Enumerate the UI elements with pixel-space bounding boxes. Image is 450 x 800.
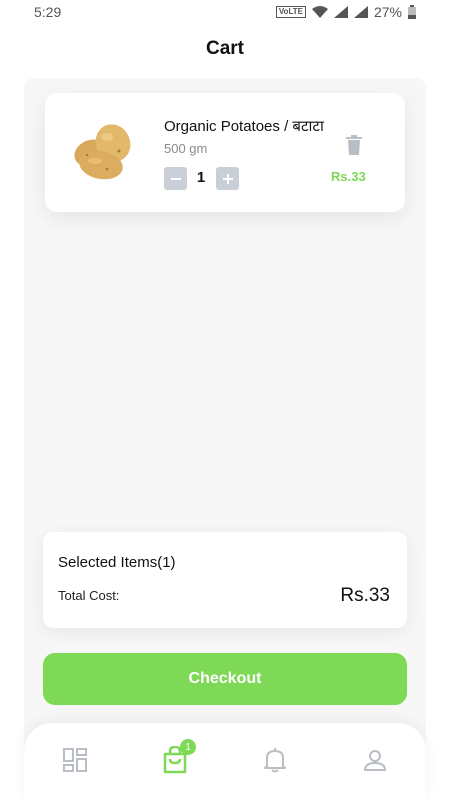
page-title: Cart	[205, 38, 244, 59]
nav-item-notifications[interactable]	[260, 745, 290, 775]
checkout-button[interactable]: Checkout	[43, 653, 407, 705]
signal-icon-2	[353, 6, 368, 18]
quantity-value: 1	[196, 169, 206, 186]
total-cost-label: Total Cost:	[58, 588, 120, 603]
decrease-quantity-button[interactable]	[164, 167, 187, 190]
dashboard-icon	[63, 748, 87, 772]
signal-icon	[333, 6, 348, 18]
bottom-nav: 1	[24, 723, 426, 800]
increase-quantity-button[interactable]	[216, 167, 239, 190]
plus-icon	[222, 173, 233, 184]
item-price: Rs.33	[331, 169, 366, 184]
bell-icon	[264, 748, 286, 773]
status-time: 5:29	[34, 4, 62, 20]
user-icon	[364, 750, 386, 771]
volte-badge: VoLTE	[275, 6, 306, 18]
status-icons: VoLTE 27%	[275, 4, 416, 20]
total-cost-value: Rs.33	[340, 585, 390, 606]
selected-items-title: Selected Items(1)	[58, 554, 176, 571]
trash-icon[interactable]	[345, 135, 363, 155]
battery-icon	[408, 5, 416, 19]
nav-item-dashboard[interactable]	[60, 745, 90, 775]
nav-item-profile[interactable]	[360, 745, 390, 775]
product-weight: 500 gm	[164, 141, 208, 156]
battery-percent: 27%	[373, 4, 402, 20]
product-name: Organic Potatoes / बटाटा	[164, 118, 324, 135]
minus-icon	[170, 177, 181, 180]
cart-item: Organic Potatoes / बटाटा 500 gm 1 Rs.33	[45, 93, 405, 212]
status-bar: 5:29 VoLTE 27%	[0, 0, 450, 24]
cart-count-badge: 1	[180, 739, 196, 755]
order-summary: Selected Items(1) Total Cost: Rs.33	[43, 532, 407, 628]
wifi-icon	[311, 6, 328, 18]
potatoes-image	[74, 124, 131, 180]
